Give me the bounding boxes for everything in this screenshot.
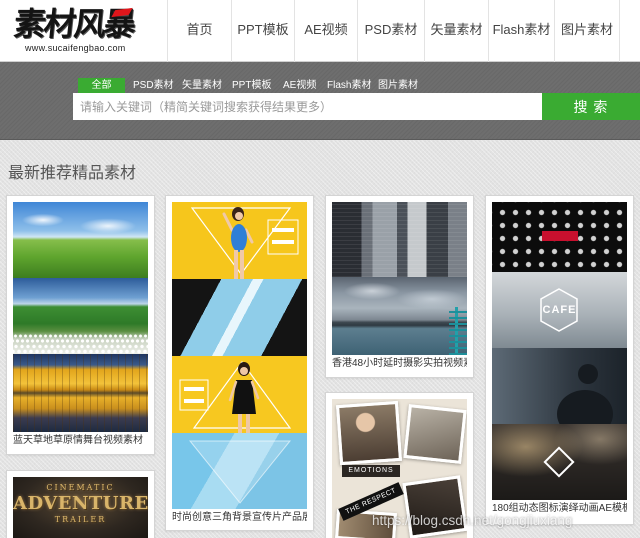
thumbnail-photo-collage: EMOTIONS THE RESPECT (332, 399, 467, 538)
fashion-slide-graphic (179, 360, 292, 433)
search-tab-images[interactable]: 图片素材 (378, 78, 418, 93)
nav-item-home[interactable]: 首页 (167, 0, 231, 62)
main-nav: 首页 PPT模板 AE视频 PSD素材 矢量素材 Flash素材 图片素材 (167, 0, 620, 62)
trailer-text-line1: CINEMATIC (46, 483, 115, 492)
red-banner-badge (542, 231, 578, 241)
diamond-icon (543, 446, 575, 478)
material-card[interactable]: EMOTIONS THE RESPECT (325, 392, 474, 538)
search-bar: 全部 PSD素材 矢量素材 PPT模板 AE视频 Flash素材 图片素材 搜 … (0, 62, 640, 140)
thumbnail-logo-badge-grid (492, 202, 627, 272)
card-title[interactable]: 180组动态图标演绎动画AE模板合 (492, 502, 627, 516)
card-thumbnail[interactable] (172, 202, 307, 509)
fashion-slide-graphic (190, 207, 299, 279)
nav-item-vector[interactable]: 矢量素材 (424, 0, 488, 62)
trailer-text-line2: ADVENTURE (13, 493, 148, 514)
nav-item-psd[interactable]: PSD素材 (357, 0, 424, 62)
thumbnail-light-blue-triangle (172, 433, 307, 509)
person-silhouette (557, 364, 613, 424)
thumbnail-dark-interior (492, 424, 627, 500)
thumbnail-city-buildings (332, 202, 467, 277)
card-thumbnail[interactable]: EMOTIONS THE RESPECT (332, 399, 467, 538)
material-card[interactable]: CAFE 180组动态图标演绎动画AE模板合 (485, 195, 634, 525)
collage-photo (402, 475, 467, 538)
thumbnail-adventure-trailer: CINEMATIC ADVENTURE TRAILER (13, 477, 148, 538)
material-card[interactable]: 时尚创意三角背景宣传片产品展示 (165, 195, 314, 531)
search-button[interactable]: 搜 索 (542, 93, 640, 120)
teal-railing (449, 307, 467, 355)
triangle-shape (188, 440, 292, 504)
material-card[interactable]: 蓝天草地草原情舞台视频素材 (6, 195, 155, 455)
site-header: 素材风暴 www.sucaifengbao.com 首页 PPT模板 AE视频 … (0, 0, 640, 62)
nav-item-flash[interactable]: Flash素材 (488, 0, 554, 62)
collage-photo (403, 404, 467, 464)
search-tab-psd[interactable]: PSD素材 (133, 78, 174, 93)
site-logo[interactable]: 素材风暴 www.sucaifengbao.com (8, 3, 158, 59)
card-title[interactable]: 香港48小时延时摄影实拍视频素材 (332, 357, 467, 371)
collage-label-emotions: EMOTIONS (342, 465, 400, 477)
material-card[interactable]: CINEMATIC ADVENTURE TRAILER (6, 470, 155, 538)
thumbnail-yellow-model-swimsuit (172, 202, 307, 279)
nav-item-images[interactable]: 图片素材 (554, 0, 620, 62)
thumbnail-yellow-model-black-dress (172, 356, 307, 433)
material-card[interactable]: 香港48小时延时摄影实拍视频素材 (325, 195, 474, 378)
card-thumbnail[interactable] (13, 202, 148, 432)
nav-item-ppt[interactable]: PPT模板 (231, 0, 294, 62)
thumbnail-cafe-badge: CAFE (492, 272, 627, 348)
thumbnail-green-hills-flowers (13, 278, 148, 354)
trailer-text-line3: TRAILER (54, 515, 107, 524)
search-tab-ae[interactable]: AE视频 (283, 78, 316, 93)
cafe-badge-text: CAFE (542, 304, 577, 316)
card-thumbnail[interactable] (332, 202, 467, 355)
text-box-graphic (267, 219, 299, 255)
thumbnail-harbor-skyline (332, 277, 467, 355)
search-tab-vector[interactable]: 矢量素材 (182, 78, 222, 93)
search-tab-ppt[interactable]: PPT模板 (232, 78, 271, 93)
section-title: 最新推荐精品素材 (8, 165, 137, 182)
thumbnail-golden-trees-reflection (13, 354, 148, 432)
card-title[interactable]: 蓝天草地草原情舞台视频素材 (13, 434, 148, 448)
thumbnail-person-silhouette (492, 348, 627, 424)
fashion-slide-graphic (188, 440, 292, 504)
model-figure (222, 207, 254, 279)
search-input[interactable] (73, 93, 542, 120)
text-box-graphic (179, 379, 209, 411)
collage-photo-woman (335, 400, 403, 466)
logo-domain: www.sucaifengbao.com (25, 43, 126, 53)
card-thumbnail[interactable]: CINEMATIC ADVENTURE TRAILER (13, 477, 148, 538)
search-tab-all[interactable]: 全部 (78, 78, 125, 93)
card-title[interactable]: 时尚创意三角背景宣传片产品展示 (172, 511, 307, 525)
thumbnail-grassland-sky (13, 202, 148, 278)
search-tab-flash[interactable]: Flash素材 (327, 78, 371, 93)
nav-item-ae[interactable]: AE视频 (294, 0, 357, 62)
thumbnail-blue-diagonal-stripes (172, 279, 307, 356)
card-thumbnail[interactable]: CAFE (492, 202, 627, 500)
